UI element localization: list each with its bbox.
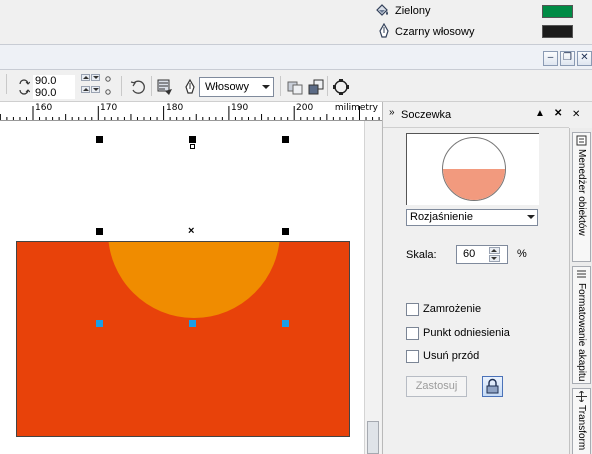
expand-arrows-icon[interactable]: »: [389, 107, 395, 118]
horizontal-ruler[interactable]: 160 170 180 190 200 milimetry: [0, 102, 382, 121]
drawing-canvas[interactable]: ×: [0, 121, 364, 454]
lens-circle[interactable]: [108, 242, 280, 318]
window-control-bar: – ❐ ✕: [0, 44, 592, 70]
freeze-checkbox[interactable]: [406, 302, 419, 316]
tab-paragraph-format-label: Formatowanie akapitu: [576, 283, 587, 382]
tab-transform-label: Transform: [576, 405, 587, 451]
lock-ratio-icon[interactable]: [104, 74, 112, 98]
lens-preview: [406, 133, 539, 205]
center-marker[interactable]: ×: [188, 226, 194, 237]
docker-close-icon[interactable]: ✕: [572, 109, 580, 120]
ruler-label: 190: [231, 103, 249, 113]
scale-y-down[interactable]: [91, 86, 100, 93]
lens-docker: » Soczewka ▲ ✕ ✕ Rozjaśnienie Skala: 60 …: [382, 102, 592, 454]
ruler-ticks: [0, 106, 380, 120]
vertical-scrollbar[interactable]: [364, 121, 381, 454]
preview-fill: [443, 169, 505, 200]
rotate-icon[interactable]: [128, 77, 148, 97]
fill-bucket-icon: [376, 4, 388, 16]
pen-nib-icon: [185, 78, 195, 94]
toolbar-separator: [327, 76, 328, 96]
scale-x-icon: [19, 79, 30, 85]
docker-side-tabs: Menedżer obiektów Formatowanie akapitu T…: [569, 128, 592, 454]
scale-x-up[interactable]: [81, 74, 90, 81]
docker-title: Soczewka: [401, 109, 452, 121]
tab-object-manager-label: Menedżer obiektów: [576, 149, 587, 236]
lens-type-select[interactable]: Rozjaśnienie: [406, 209, 538, 226]
selection-handle[interactable]: [282, 136, 289, 143]
toolbar-separator: [121, 76, 122, 96]
selection-handle[interactable]: [96, 228, 103, 235]
scale-up[interactable]: [489, 247, 500, 254]
to-front-icon[interactable]: [285, 77, 305, 97]
chevron-down-icon: [259, 78, 273, 96]
scale-label: Skala:: [406, 249, 437, 261]
status-area: Zielony Czarny włosowy: [0, 0, 592, 44]
close-icon[interactable]: ✕: [554, 108, 562, 119]
scale-x-down[interactable]: [91, 74, 100, 81]
tab-object-manager[interactable]: Menedżer obiektów: [572, 132, 591, 262]
ruler-label: 180: [166, 103, 184, 113]
lens-type-value: Rozjaśnienie: [410, 211, 473, 223]
ruler-label: 200: [296, 103, 314, 113]
scale-y-field[interactable]: 90.0: [33, 87, 75, 99]
toolbar-separator: [280, 76, 281, 96]
outline-color-name: Czarny włosowy: [395, 26, 475, 38]
scale-input[interactable]: 60: [456, 245, 508, 264]
viewpoint-checkbox-row[interactable]: Punkt odniesienia: [406, 326, 510, 340]
to-back-icon[interactable]: [306, 77, 326, 97]
docker-header: » Soczewka ▲ ✕: [383, 102, 569, 128]
freeze-checkbox-row[interactable]: Zamrożenie: [406, 302, 481, 316]
paragraph-format-icon: [577, 270, 586, 278]
scale-unit: %: [517, 248, 527, 260]
scale-y-icon: [19, 89, 30, 95]
remove-face-label: Usuń przód: [423, 350, 480, 362]
ruler-label: 160: [35, 103, 53, 113]
node-handle[interactable]: [282, 320, 289, 327]
object-manager-icon: [576, 135, 587, 146]
scale-value: 60: [463, 248, 476, 260]
orange-rectangle[interactable]: [16, 241, 350, 437]
fill-color-swatch[interactable]: [542, 5, 573, 18]
scale-down[interactable]: [489, 255, 500, 262]
ruler-label: 170: [100, 103, 118, 113]
node-handle[interactable]: [189, 320, 196, 327]
lock-icon: [486, 378, 499, 394]
viewpoint-checkbox[interactable]: [406, 326, 419, 340]
selection-handle[interactable]: [189, 136, 196, 143]
selection-handle[interactable]: [282, 228, 289, 235]
restore-button[interactable]: ❐: [560, 51, 575, 66]
collapse-up-icon[interactable]: ▲: [535, 108, 545, 119]
lock-button[interactable]: [482, 376, 503, 397]
transform-icon: [576, 391, 587, 402]
close-button[interactable]: ✕: [577, 51, 592, 66]
scale-x-field[interactable]: 90.0: [33, 75, 75, 87]
toolbar-separator: [151, 76, 152, 96]
toolbar-separator: [6, 74, 7, 94]
convert-to-curves-icon[interactable]: [331, 77, 351, 97]
outline-width-value: Włosowy: [205, 81, 250, 93]
wrap-text-icon[interactable]: [155, 77, 175, 97]
preview-circle: [442, 137, 506, 201]
node-handle[interactable]: [96, 320, 103, 327]
scale-y-up[interactable]: [81, 86, 90, 93]
outline-width-dropdown[interactable]: Włosowy: [199, 77, 274, 97]
remove-face-checkbox[interactable]: [406, 349, 419, 363]
pen-nib-icon: [379, 23, 389, 38]
freeze-label: Zamrożenie: [423, 303, 482, 315]
tab-transform[interactable]: Transform: [572, 388, 591, 454]
ruler-unit: milimetry: [334, 103, 378, 113]
apply-button[interactable]: Zastosuj: [406, 376, 467, 397]
minimize-button[interactable]: –: [543, 51, 558, 66]
fill-color-name: Zielony: [395, 5, 431, 17]
tab-paragraph-format[interactable]: Formatowanie akapitu: [572, 266, 591, 384]
chevron-down-icon: [524, 210, 537, 225]
property-bar: 90.0 90.0 Włosowy: [0, 70, 592, 102]
scrollbar-thumb[interactable]: [367, 421, 379, 454]
remove-face-checkbox-row[interactable]: Usuń przód: [406, 349, 479, 363]
viewpoint-label: Punkt odniesienia: [423, 327, 510, 339]
outline-color-swatch[interactable]: [542, 25, 573, 38]
lens-anchor-handle[interactable]: [190, 144, 195, 149]
selection-handle[interactable]: [96, 136, 103, 143]
